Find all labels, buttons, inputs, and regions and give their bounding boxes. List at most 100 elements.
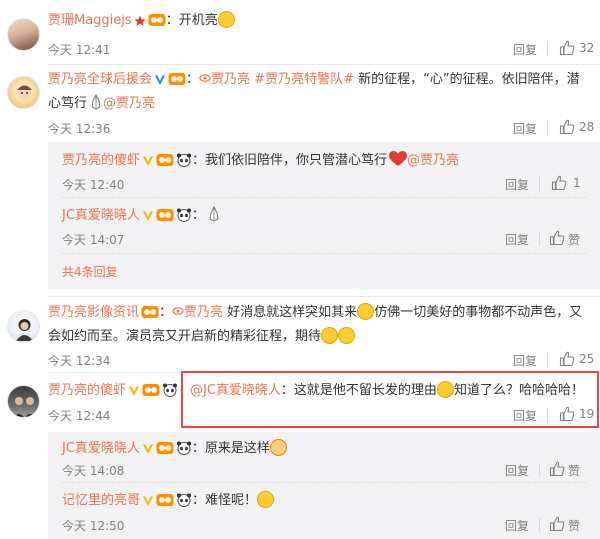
reply-button[interactable]: 回复 [513,120,537,137]
avatar[interactable] [7,18,40,51]
verified-v-icon [128,384,140,404]
fan-badge-icon [156,493,174,514]
comment-text: ： [186,72,200,87]
sweat-smile-emoji-icon [357,303,375,320]
verified-v-icon [142,209,154,229]
reply-button[interactable]: 回复 [513,352,537,369]
fan-badge-icon [156,153,174,174]
reply-button[interactable]: 回复 [505,462,529,479]
timestamp: 今天 12:41 [48,43,111,57]
laugh-emoji-icon [257,491,275,508]
like-thumb-icon[interactable] [559,119,575,135]
timestamp: 今天 12:40 [62,178,125,192]
divider [539,463,540,477]
like-thumb-icon[interactable] [549,516,565,532]
comment-text: ：开机亮 [165,13,218,28]
comment-text: ：我们依旧陪伴，你只管潜心笃行 [192,153,388,168]
like-label: 赞 [568,233,581,247]
reply-button[interactable]: 回复 [505,176,529,193]
username[interactable]: 贾乃亮全球后援会 [48,72,152,87]
link-icon[interactable] [172,305,184,320]
like-thumb-icon[interactable] [549,461,565,477]
comment-text: 好消息就这样突如其来 [223,305,358,320]
link-icon[interactable] [199,72,211,87]
reply-button[interactable]: 回复 [505,517,529,534]
panda-badge-icon [176,208,192,229]
divider [547,42,548,56]
timestamp: 今天 14:07 [62,233,125,247]
comment-text: 仿佛一切美好的事物都不动声色，又 [374,305,583,320]
username[interactable]: JC真爱晓晓人 [62,441,140,456]
panda-badge-icon [176,493,192,514]
video-link[interactable]: 贾乃亮 [184,305,223,320]
panda-badge-icon [176,441,192,462]
comment-text: 会如约而至。演员亮又开启新的精彩征程，期待 [48,329,322,344]
comment-text: ：原来是这样 [191,441,270,456]
like-thumb-icon[interactable] [549,230,565,246]
like-count: 28 [579,120,595,134]
like-count: 1 [573,176,581,190]
comment-line: 会如约而至。演员亮又开启新的精彩征程，期待 [48,327,356,347]
fan-badge-icon [141,305,159,326]
like-thumb-icon[interactable] [559,40,575,56]
comment-line: 贾珊Maggiejs ：开机亮 [48,11,235,34]
more-replies-link[interactable]: 共4条回复 [62,263,118,280]
username[interactable]: JC真爱晓晓人 [62,208,140,223]
highlight-box [181,371,599,428]
comment-line: 贾乃亮影像资讯 ： 贾乃亮 好消息就这样突如其来 仿佛一切美好的事物都不动声色，又 [48,303,582,326]
fist-emoji-icon [321,327,339,344]
reply-line: JC真爱晓晓人 ：原来是这样 [62,439,287,462]
divider [539,518,540,532]
username[interactable]: 贾乃亮的傻虾 [48,383,126,398]
avatar[interactable] [7,385,40,418]
timestamp: 今天 14:08 [62,464,125,478]
timestamp: 今天 12:34 [48,354,111,368]
fan-badge-icon [142,383,160,404]
avatar[interactable] [7,76,40,109]
panda-badge-icon [176,153,192,174]
timestamp: 今天 12:36 [48,122,111,136]
reply-button[interactable]: 回复 [513,41,537,58]
divider [539,232,540,246]
fan-badge-icon [156,441,174,462]
username[interactable]: 贾乃亮影像资讯 [48,305,139,320]
username[interactable]: 贾珊Maggiejs [48,13,132,28]
divider [547,121,548,135]
comment-text: 心笃行 [48,96,88,111]
comment-text: 新的征程，“心”的征程。依旧陪伴，潜 [353,72,580,87]
fan-badge-icon [156,208,174,229]
mention-link[interactable]: @贾乃亮 [103,96,155,111]
avatar[interactable] [7,310,40,343]
comment-text: ： [159,305,173,320]
heart-icon [389,151,408,174]
username[interactable]: 记忆里的亮哥 [62,493,140,508]
username[interactable]: 贾乃亮的傻虾 [62,153,140,168]
timestamp: 今天 12:50 [62,519,125,533]
like-thumb-icon[interactable] [551,175,567,191]
like-thumb-icon[interactable] [559,351,575,367]
verified-v-icon [154,73,166,93]
star-badge-icon [134,14,146,34]
fan-badge-icon [148,13,166,34]
mention-link[interactable]: @贾乃亮 [407,153,459,168]
reply-button[interactable]: 回复 [505,231,529,248]
like-label: 赞 [568,519,581,533]
like-count: 25 [579,352,595,366]
pray-hands-icon [207,205,221,229]
reply-line: JC真爱晓晓人 ： [62,205,221,229]
topic-link[interactable]: #贾乃亮特警队# [254,72,354,87]
face-palm-emoji-icon [269,439,287,456]
divider [48,296,600,297]
divider [547,353,548,367]
video-link[interactable]: 贾乃亮 [211,72,250,87]
fist-emoji-icon [338,327,356,344]
like-label: 赞 [568,464,581,478]
verified-v-icon [142,494,154,514]
divider [62,197,586,198]
comment-line: 贾乃亮全球后援会 ： 贾乃亮 #贾乃亮特警队# 新的征程，“心”的征程。依旧陪伴，潜 [48,70,580,93]
divider [48,64,600,65]
comment-text: ： [191,208,205,223]
divider [62,253,586,254]
reply-line: 记忆里的亮哥 ：难怪呢！ [62,491,275,514]
pray-hands-icon [89,93,103,117]
